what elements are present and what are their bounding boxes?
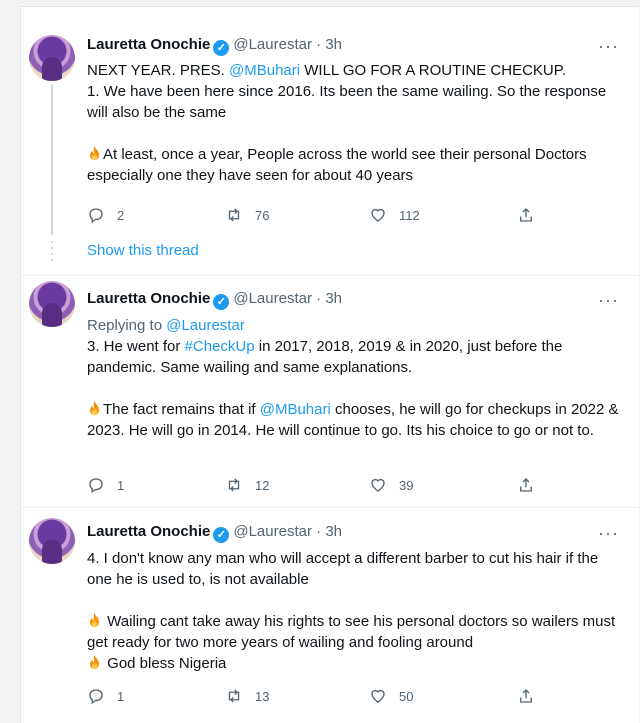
reply-icon — [89, 478, 103, 494]
show-thread-link[interactable]: Show this thread — [87, 242, 199, 259]
retweet-button[interactable]: 13 — [225, 687, 269, 705]
heart-icon — [371, 689, 385, 703]
separator: · — [316, 290, 322, 307]
author-name[interactable]: Lauretta Onochie — [87, 36, 210, 53]
reply-icon — [89, 208, 103, 224]
timestamp[interactable]: 3h — [325, 290, 342, 307]
retweet-icon — [228, 478, 240, 492]
tweet-text: 4. I don't know any man who will accept … — [87, 548, 627, 674]
avatar[interactable] — [29, 281, 75, 327]
reply-button[interactable]: 1 — [87, 687, 124, 705]
share-icon — [520, 689, 532, 703]
verified-badge-icon: ✓ — [213, 527, 230, 543]
tweet-line: NEXT YEAR. PRES. @MBuhari WILL GO FOR A … — [87, 62, 566, 79]
tweet-paragraph: 3. He went for #CheckUp in 2017, 2018, 2… — [87, 338, 563, 376]
tweet-1[interactable]: Lauretta Onochie ✓ @Laurestar · 3h ··· NEX… — [21, 7, 639, 263]
tweet-actions: 2 76 112 — [87, 206, 557, 228]
tweet-3[interactable]: Lauretta Onochie ✓ @Laurestar · 3h ··· 4. … — [21, 508, 639, 723]
more-options-icon[interactable]: ··· — [598, 37, 619, 55]
reply-icon — [89, 689, 103, 705]
like-button[interactable]: 50 — [369, 687, 413, 705]
fire-emoji-icon — [87, 145, 102, 161]
replying-to-link[interactable]: @Laurestar — [166, 317, 245, 334]
retweet-count: 13 — [255, 688, 270, 704]
replying-to: Replying to @Laurestar — [87, 317, 245, 334]
author-handle[interactable]: @Laurestar — [233, 36, 312, 53]
author-handle[interactable]: @Laurestar — [233, 523, 312, 540]
tweet-paragraph: Wailing cant take away his rights to see… — [87, 612, 616, 651]
tweet-paragraph: 4. I don't know any man who will accept … — [87, 550, 599, 588]
thread-connector-line — [51, 85, 53, 235]
share-button[interactable] — [517, 476, 547, 494]
reply-button[interactable]: 2 — [87, 206, 124, 224]
timestamp[interactable]: 3h — [325, 523, 342, 540]
tweet-paragraph: God bless Nigeria — [87, 653, 627, 674]
retweet-count: 76 — [255, 207, 270, 223]
mention-link[interactable]: @MBuhari — [229, 62, 300, 79]
author-handle[interactable]: @Laurestar — [233, 290, 312, 307]
retweet-count: 12 — [255, 477, 270, 493]
like-count: 112 — [399, 207, 420, 223]
tweet-2[interactable]: Lauretta Onochie ✓ @Laurestar · 3h ··· Rep… — [21, 276, 639, 501]
reply-count: 2 — [117, 207, 125, 223]
share-button[interactable] — [517, 206, 547, 224]
timestamp[interactable]: 3h — [325, 36, 342, 53]
tweet-paragraph: The fact remains that if @MBuhari choose… — [87, 400, 619, 439]
retweet-icon — [228, 689, 240, 703]
more-options-icon[interactable]: ··· — [598, 291, 619, 309]
verified-badge-icon: ✓ — [213, 294, 230, 310]
share-icon — [520, 478, 532, 492]
separator: · — [316, 523, 322, 540]
more-options-icon[interactable]: ··· — [598, 524, 619, 542]
tweet-actions: 1 13 50 — [87, 687, 557, 709]
hashtag-link[interactable]: #CheckUp — [185, 338, 255, 355]
tweet-header: Lauretta Onochie ✓ @Laurestar · 3h — [87, 35, 342, 56]
tweet-text: Replying to @Laurestar 3. He went for #C… — [87, 315, 627, 441]
tweet-text: NEXT YEAR. PRES. @MBuhari WILL GO FOR A … — [87, 60, 627, 186]
share-icon — [520, 208, 532, 222]
like-button[interactable]: 39 — [369, 476, 413, 494]
mention-link[interactable]: @MBuhari — [260, 401, 331, 418]
retweet-button[interactable]: 76 — [225, 206, 269, 224]
tweet-actions: 1 12 39 — [87, 476, 557, 498]
fire-emoji-icon — [87, 654, 102, 670]
verified-badge-icon: ✓ — [213, 40, 230, 56]
tweet-paragraph: 1. We have been here since 2016. Its bee… — [87, 83, 607, 121]
timeline-frame: Lauretta Onochie ✓ @Laurestar · 3h ··· NEX… — [20, 6, 639, 723]
share-button[interactable] — [517, 687, 547, 705]
fire-emoji-icon — [87, 612, 102, 628]
reply-count: 1 — [117, 477, 125, 493]
tweet-paragraph: At least, once a year, People across the… — [87, 145, 587, 184]
author-name[interactable]: Lauretta Onochie — [87, 523, 210, 540]
tweet-header: Lauretta Onochie ✓ @Laurestar · 3h — [87, 522, 342, 543]
author-name[interactable]: Lauretta Onochie — [87, 290, 210, 307]
like-count: 50 — [399, 688, 414, 704]
thread-dots — [51, 241, 53, 263]
heart-icon — [371, 208, 385, 222]
like-button[interactable]: 112 — [369, 206, 420, 224]
reply-button[interactable]: 1 — [87, 476, 124, 494]
tweet-header: Lauretta Onochie ✓ @Laurestar · 3h — [87, 289, 342, 310]
avatar[interactable] — [29, 518, 75, 564]
retweet-button[interactable]: 12 — [225, 476, 269, 494]
fire-emoji-icon — [87, 400, 102, 416]
avatar[interactable] — [29, 35, 75, 81]
heart-icon — [371, 478, 385, 492]
retweet-icon — [228, 208, 240, 222]
separator: · — [316, 36, 322, 53]
like-count: 39 — [399, 477, 414, 493]
reply-count: 1 — [117, 688, 125, 704]
